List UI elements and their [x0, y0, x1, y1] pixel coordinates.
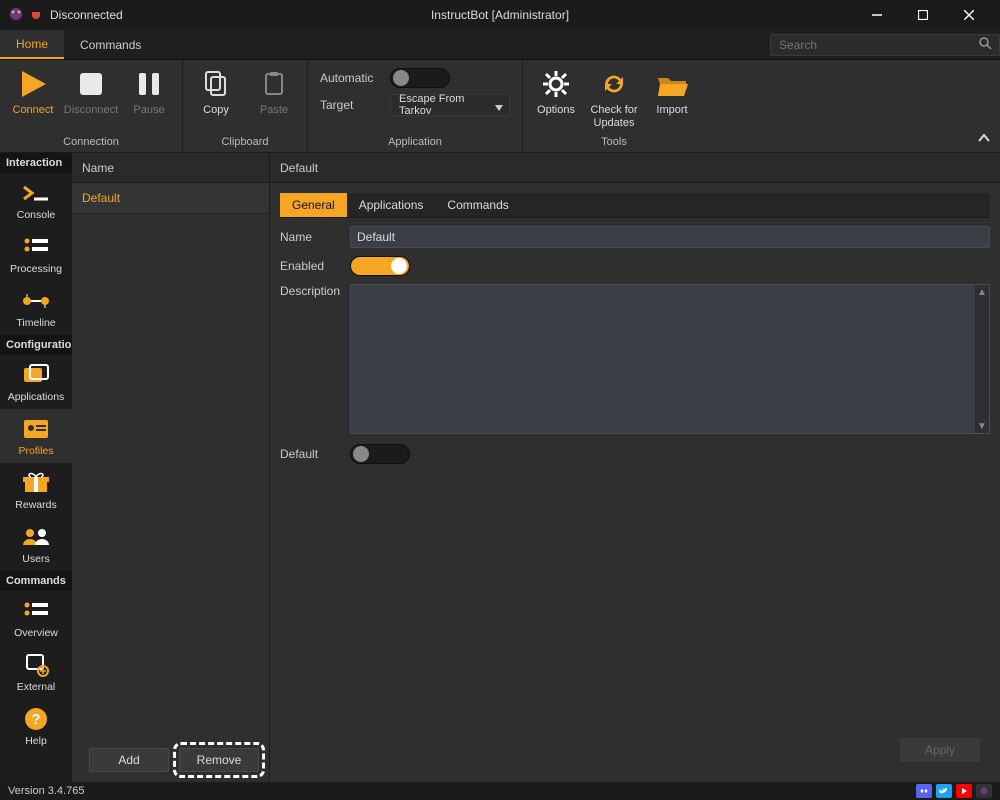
target-label: Target: [320, 98, 380, 112]
maximize-button[interactable]: [900, 0, 946, 30]
profile-icon: [20, 415, 52, 443]
pause-icon: [131, 66, 167, 102]
sidebar-item-timeline[interactable]: Timeline: [0, 281, 72, 335]
paste-button: Paste: [247, 64, 301, 119]
name-label: Name: [280, 230, 340, 244]
paste-icon: [256, 66, 292, 102]
scrollbar[interactable]: ▲ ▼: [975, 285, 989, 433]
list-column-header: Name: [72, 153, 269, 183]
close-button[interactable]: [946, 0, 992, 30]
sidebar-item-profiles[interactable]: Profiles: [0, 409, 72, 463]
ribbon: Connect Disconnect Pause Connection Copy…: [0, 60, 1000, 153]
ribbon-group-label: Clipboard: [189, 134, 301, 150]
tab-commands[interactable]: Commands: [435, 193, 520, 217]
gift-icon: [20, 469, 52, 497]
ribbon-group-connection: Connect Disconnect Pause Connection: [0, 60, 183, 152]
discord-icon[interactable]: [916, 784, 932, 798]
check-updates-button[interactable]: Check for Updates: [587, 64, 641, 131]
ribbon-group-clipboard: Copy Paste Clipboard: [183, 60, 308, 152]
copy-button[interactable]: Copy: [189, 64, 243, 119]
menu-tab-home[interactable]: Home: [0, 30, 64, 59]
sidebar-header-interaction: Interaction: [0, 153, 72, 173]
menu-tab-commands[interactable]: Commands: [64, 30, 157, 59]
folder-open-icon: [654, 66, 690, 102]
add-button[interactable]: Add: [89, 748, 169, 772]
version-label: Version 3.4.765: [8, 785, 84, 797]
play-icon: [15, 66, 51, 102]
timeline-icon: [20, 287, 52, 315]
target-select[interactable]: Escape From Tarkov: [390, 94, 510, 116]
sidebar-item-rewards[interactable]: Rewards: [0, 463, 72, 517]
import-button[interactable]: Import: [645, 64, 699, 119]
name-input[interactable]: [350, 226, 990, 248]
sidebar-item-applications[interactable]: Applications: [0, 355, 72, 409]
sidebar-item-processing[interactable]: Processing: [0, 227, 72, 281]
list-icon: [20, 233, 52, 261]
search-icon[interactable]: [978, 36, 992, 53]
app-icon: [8, 6, 24, 25]
connect-button[interactable]: Connect: [6, 64, 60, 119]
copy-icon: [198, 66, 234, 102]
svg-text:?: ?: [31, 711, 40, 728]
description-label: Description: [280, 284, 340, 298]
pause-button: Pause: [122, 64, 176, 119]
sidebar-item-help[interactable]: ? Help: [0, 699, 72, 753]
chevron-down-icon: [495, 102, 503, 114]
sidebar-item-external[interactable]: External: [0, 645, 72, 699]
default-label: Default: [280, 447, 340, 461]
status-bar: Version 3.4.765: [0, 782, 1000, 800]
console-icon: [20, 179, 52, 207]
stop-icon: [73, 66, 109, 102]
detail-panel: Default General Applications Commands Na…: [270, 153, 1000, 782]
youtube-icon[interactable]: [956, 784, 972, 798]
automatic-toggle[interactable]: [390, 68, 450, 88]
default-toggle[interactable]: [350, 444, 410, 464]
sidebar-header-commands: Commands: [0, 571, 72, 591]
profiles-list-panel: Name Default Add Remove: [72, 153, 270, 782]
external-icon: [20, 651, 52, 679]
plug-icon: [28, 6, 44, 25]
users-icon: [20, 523, 52, 551]
automatic-label: Automatic: [320, 71, 380, 85]
target-select-value: Escape From Tarkov: [399, 93, 489, 117]
ribbon-group-application: Automatic Target Escape From Tarkov Appl…: [308, 60, 523, 152]
tab-applications[interactable]: Applications: [347, 193, 436, 217]
ribbon-group-label: Application: [314, 134, 516, 150]
search-input[interactable]: [770, 34, 1000, 56]
description-input[interactable]: ▲ ▼: [350, 284, 990, 434]
detail-tabs: General Applications Commands: [280, 193, 990, 218]
list-item[interactable]: Default: [72, 183, 269, 214]
sidebar-header-configuration: Configuration: [0, 335, 72, 355]
twitter-icon[interactable]: [936, 784, 952, 798]
scroll-down-icon[interactable]: ▼: [975, 419, 989, 433]
enabled-label: Enabled: [280, 259, 340, 273]
list-icon: [20, 597, 52, 625]
enabled-toggle[interactable]: [350, 256, 410, 276]
app-tray-icon[interactable]: [976, 784, 992, 798]
minimize-button[interactable]: [854, 0, 900, 30]
ribbon-group-label: Connection: [6, 134, 176, 150]
ribbon-group-label: Tools: [529, 134, 699, 150]
sidebar-item-users[interactable]: Users: [0, 517, 72, 571]
remove-button[interactable]: Remove: [179, 748, 259, 772]
detail-header: Default: [270, 153, 1000, 183]
window-title: InstructBot [Administrator]: [431, 8, 569, 22]
help-icon: ?: [20, 705, 52, 733]
sidebar: Interaction Console Processing Timeline …: [0, 153, 72, 782]
refresh-icon: [596, 66, 632, 102]
sidebar-item-overview[interactable]: Overview: [0, 591, 72, 645]
sidebar-item-console[interactable]: Console: [0, 173, 72, 227]
apply-button[interactable]: Apply: [900, 738, 980, 762]
gear-icon: [538, 66, 574, 102]
disconnect-button: Disconnect: [64, 64, 118, 119]
options-button[interactable]: Options: [529, 64, 583, 119]
connection-status: Disconnected: [50, 8, 123, 22]
tab-general[interactable]: General: [280, 193, 347, 217]
menu-bar: Home Commands: [0, 30, 1000, 60]
scroll-up-icon[interactable]: ▲: [975, 285, 989, 299]
apps-icon: [20, 361, 52, 389]
ribbon-group-tools: Options Check for Updates Import Tools: [523, 60, 705, 152]
ribbon-collapse-button[interactable]: [978, 132, 990, 146]
title-bar: Disconnected InstructBot [Administrator]: [0, 0, 1000, 30]
